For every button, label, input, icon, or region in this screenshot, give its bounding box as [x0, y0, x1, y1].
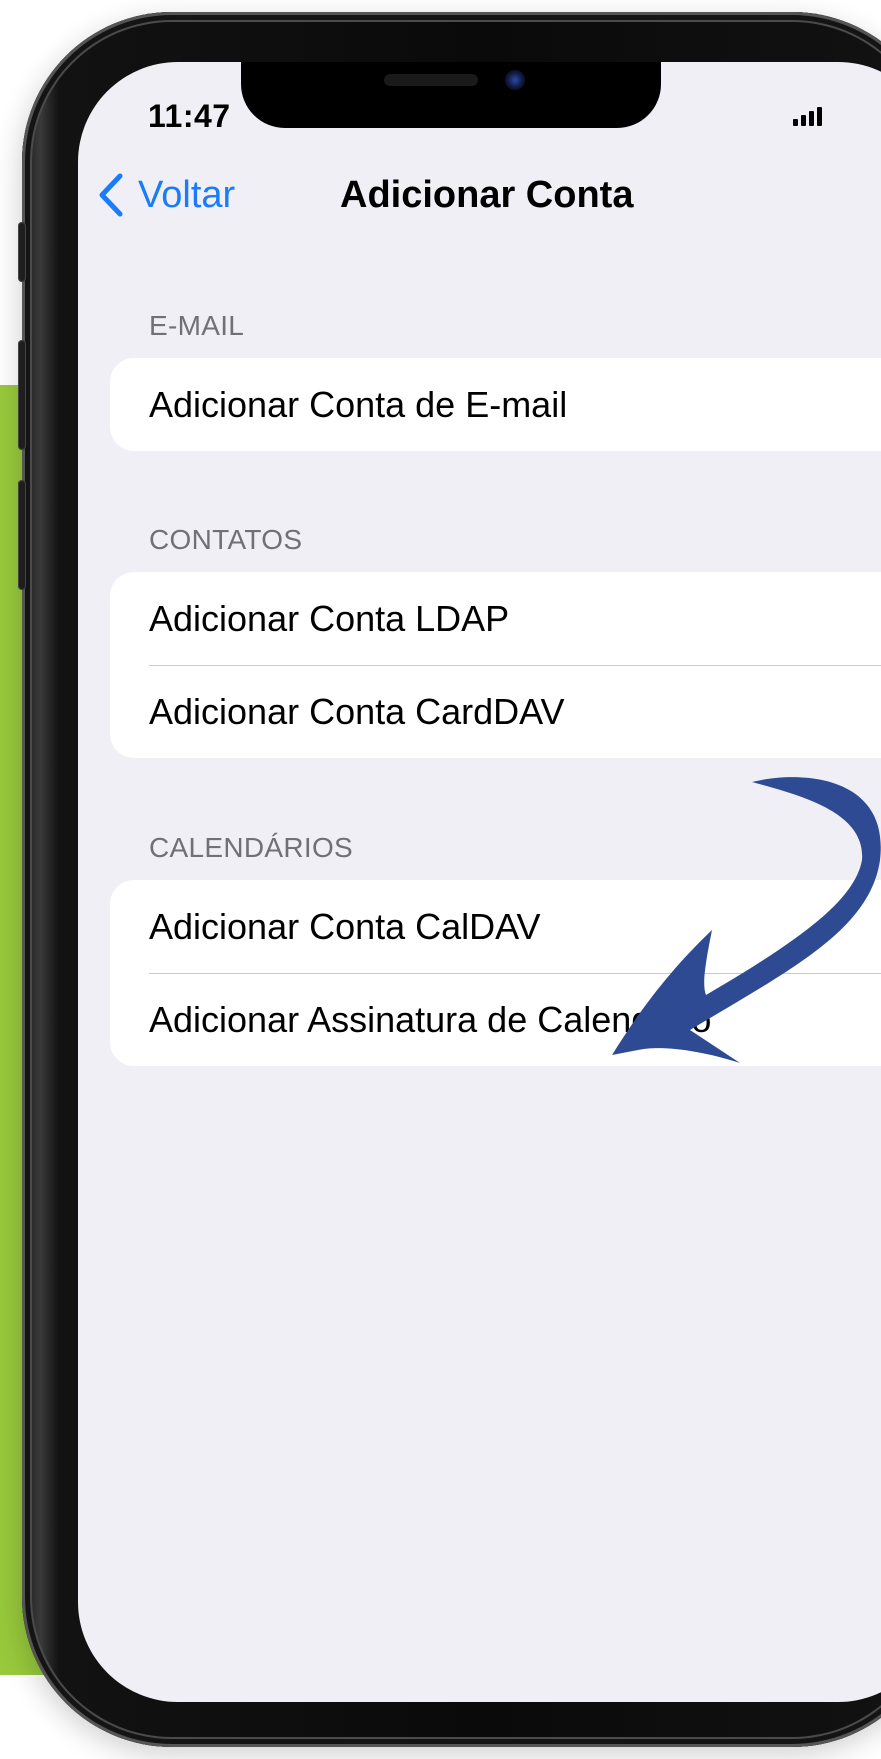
section-header-email: E-MAIL: [149, 310, 245, 341]
mute-switch: [18, 222, 26, 282]
row-label: Adicionar Conta de E-mail: [149, 383, 568, 425]
chevron-left-icon: [99, 173, 123, 217]
add-email-account-row[interactable]: Adicionar Conta de E-mail: [110, 358, 881, 451]
cellular-signal-icon: [793, 106, 822, 126]
add-ldap-account-row[interactable]: Adicionar Conta LDAP: [110, 572, 881, 665]
page-title: Adicionar Conta: [340, 174, 634, 216]
calendars-group: Adicionar Conta CalDAV Adicionar Assinat…: [110, 880, 881, 1066]
email-group: Adicionar Conta de E-mail: [110, 358, 881, 451]
front-camera-icon: [505, 70, 525, 90]
status-time: 11:47: [148, 98, 231, 134]
section-header-contacts: CONTATOS: [149, 524, 303, 555]
back-label: Voltar: [138, 173, 236, 216]
add-calendar-subscription-row[interactable]: Adicionar Assinatura de Calendário: [110, 973, 881, 1066]
speaker-grille: [384, 74, 478, 86]
section-header-calendars: CALENDÁRIOS: [149, 832, 354, 863]
phone-screen: 11:47 Voltar Adicionar Conta E-MAIL Adic…: [78, 62, 881, 1702]
row-label: Adicionar Assinatura de Calendário: [149, 998, 712, 1040]
add-carddav-account-row[interactable]: Adicionar Conta CardDAV: [110, 665, 881, 758]
back-button[interactable]: Voltar: [96, 172, 235, 218]
add-caldav-account-row[interactable]: Adicionar Conta CalDAV: [110, 880, 881, 973]
row-label: Adicionar Conta LDAP: [149, 597, 510, 639]
notch: [241, 62, 661, 128]
canvas: 11:47 Voltar Adicionar Conta E-MAIL Adic…: [0, 0, 881, 1759]
volume-down-button: [18, 480, 26, 590]
contacts-group: Adicionar Conta LDAP Adicionar Conta Car…: [110, 572, 881, 758]
row-label: Adicionar Conta CalDAV: [149, 905, 541, 947]
volume-up-button: [18, 340, 26, 450]
row-label: Adicionar Conta CardDAV: [149, 690, 565, 732]
